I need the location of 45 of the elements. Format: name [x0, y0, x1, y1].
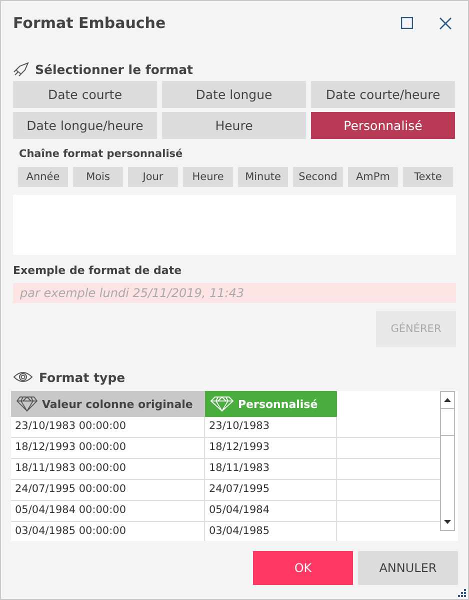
example-field[interactable]: par exemple lundi 25/11/2019, 11:43	[13, 283, 456, 303]
cancel-button[interactable]: ANNULER	[358, 551, 458, 585]
section-heading: Sélectionner le format	[35, 62, 194, 76]
table-cell: 05/04/1984 00:00:00	[11, 501, 205, 521]
token-button[interactable]: Jour	[128, 167, 178, 187]
format-option[interactable]: Date longue/heure	[13, 112, 157, 139]
table-cell: 18/12/1993 00:00:00	[11, 438, 205, 458]
format-option[interactable]: Date courte	[13, 81, 157, 108]
token-button[interactable]: Second	[293, 167, 343, 187]
rocket-icon	[13, 62, 29, 76]
gem-icon	[210, 396, 234, 412]
eye-icon	[13, 371, 33, 383]
ok-button[interactable]: OK	[253, 551, 353, 585]
table-cell: 18/11/1983	[205, 459, 337, 479]
column-title: Personnalisé	[238, 398, 318, 410]
format-option[interactable]: Date longue	[162, 81, 306, 108]
token-button[interactable]: Mois	[73, 167, 123, 187]
gem-icon	[16, 396, 38, 412]
scrollbar[interactable]	[440, 391, 455, 531]
format-option[interactable]: Heure	[162, 112, 306, 139]
token-button[interactable]: Texte	[403, 167, 453, 187]
token-button[interactable]: AmPm	[348, 167, 398, 187]
table-cell: 23/10/1983	[205, 417, 337, 437]
table-cell: 24/07/1995	[205, 480, 337, 500]
table-cell: 18/11/1983 00:00:00	[11, 459, 205, 479]
table-cell: 05/04/1984	[205, 501, 337, 521]
format-option[interactable]: Date courte/heure	[311, 81, 455, 108]
token-button[interactable]: Heure	[183, 167, 233, 187]
table-cell: 24/07/1995 00:00:00	[11, 480, 205, 500]
close-icon[interactable]	[439, 16, 452, 30]
table-cell: 03/04/1985	[205, 522, 337, 541]
table-cell: 23/10/1983 00:00:00	[11, 417, 205, 437]
table-cell: 18/12/1993	[205, 438, 337, 458]
column-title: Valeur colonne originale	[42, 398, 193, 410]
field-label: Exemple de format de date	[13, 264, 183, 277]
window-title: Format Embauche	[13, 14, 167, 32]
token-button[interactable]: Année	[18, 167, 68, 187]
table-cell: 03/04/1985 00:00:00	[11, 522, 205, 541]
format-option[interactable]: Personnalisé	[311, 112, 455, 139]
resize-grip-icon[interactable]	[457, 588, 466, 597]
token-button[interactable]: Minute	[238, 167, 288, 187]
section-heading: Format type	[39, 370, 126, 384]
field-label: Chaîne format personnalisé	[19, 148, 184, 160]
maximize-icon[interactable]	[401, 17, 413, 29]
scroll-thumb[interactable]	[441, 408, 454, 436]
